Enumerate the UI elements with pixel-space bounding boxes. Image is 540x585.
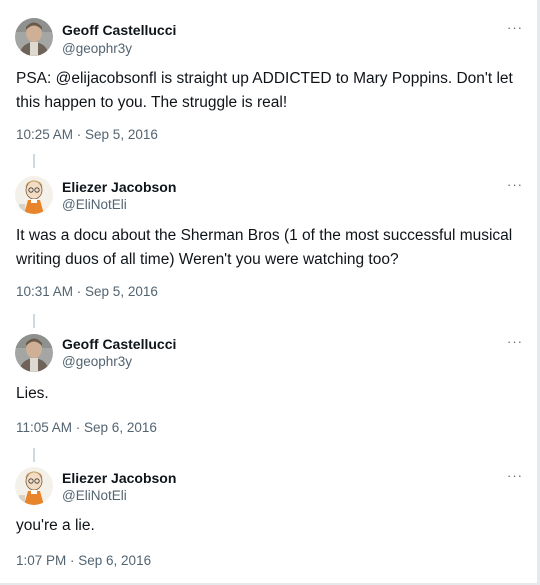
tweet-3[interactable]: Geoff Castellucci @geophr3y ··· Lies. 11… <box>0 320 537 450</box>
author-handle[interactable]: @geophr3y <box>62 354 132 369</box>
tweet-4[interactable]: Eliezer Jacobson @EliNotEli ··· you're a… <box>0 452 537 583</box>
avatar-geoff[interactable] <box>15 334 53 372</box>
tweet-timestamp[interactable]: 1:07 PM · Sep 6, 2016 <box>16 553 151 568</box>
tweet-thread: Geoff Castellucci @geophr3y ··· PSA: @el… <box>0 0 540 585</box>
author-name[interactable]: Eliezer Jacobson <box>62 470 176 486</box>
more-options-icon[interactable]: ··· <box>507 21 523 34</box>
author-name[interactable]: Geoff Castellucci <box>62 336 176 352</box>
tweet-1[interactable]: Geoff Castellucci @geophr3y ··· PSA: @el… <box>0 0 537 160</box>
tweet-text: you're a lie. <box>16 517 95 534</box>
more-options-icon[interactable]: ··· <box>507 335 523 348</box>
author-name[interactable]: Geoff Castellucci <box>62 22 176 38</box>
author-handle[interactable]: @EliNotEli <box>62 488 127 503</box>
tweet-timestamp[interactable]: 10:31 AM · Sep 5, 2016 <box>16 284 158 299</box>
author-handle[interactable]: @EliNotEli <box>62 197 127 212</box>
avatar-geoff[interactable] <box>15 18 53 56</box>
author-handle[interactable]: @geophr3y <box>62 41 132 56</box>
more-options-icon[interactable]: ··· <box>507 178 523 191</box>
tweet-text: PSA: @elijacobsonfl is straight up ADDIC… <box>16 70 513 111</box>
avatar-eliezer[interactable] <box>15 176 53 214</box>
author-name[interactable]: Eliezer Jacobson <box>62 179 176 195</box>
tweet-timestamp[interactable]: 10:25 AM · Sep 5, 2016 <box>16 127 158 142</box>
tweet-text: It was a docu about the Sherman Bros (1 … <box>16 227 513 268</box>
tweet-timestamp[interactable]: 11:05 AM · Sep 6, 2016 <box>16 420 157 435</box>
tweet-2[interactable]: Eliezer Jacobson @EliNotEli ··· It was a… <box>0 160 537 320</box>
avatar-eliezer[interactable] <box>15 467 53 505</box>
tweet-text: Lies. <box>16 385 49 402</box>
more-options-icon[interactable]: ··· <box>507 469 523 482</box>
